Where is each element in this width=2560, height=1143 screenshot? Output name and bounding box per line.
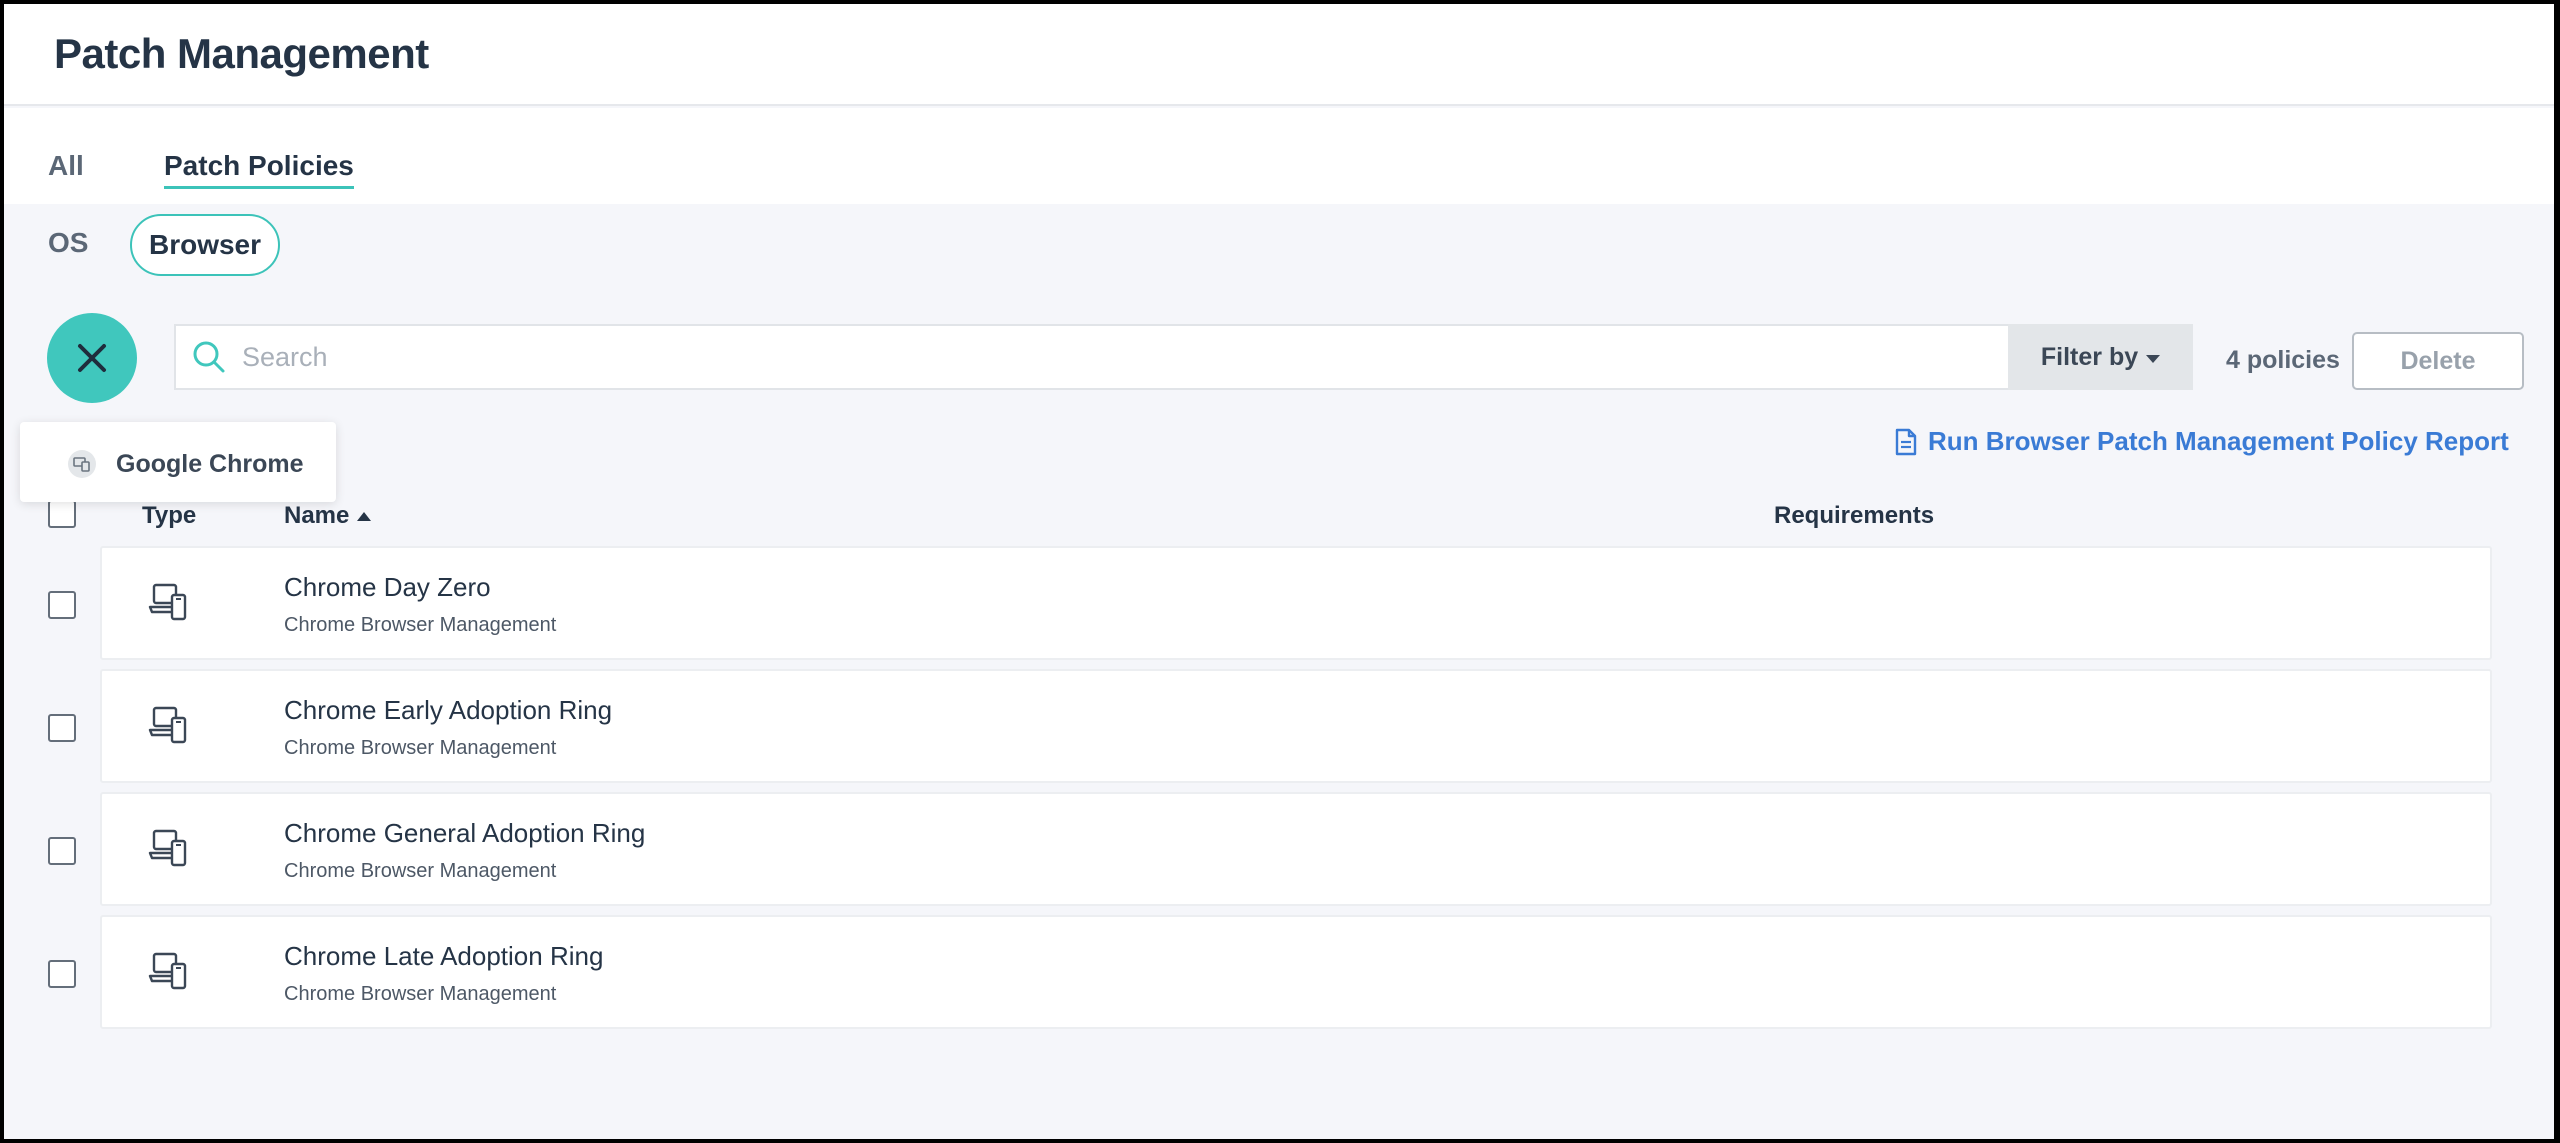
row-title: Chrome General Adoption Ring	[284, 818, 646, 848]
subtab-os[interactable]: OS	[48, 214, 88, 276]
device-policy-icon	[148, 583, 187, 621]
table-row[interactable]: Chrome General Adoption Ring Chrome Brow…	[100, 792, 2492, 906]
table-row[interactable]: Chrome Late Adoption Ring Chrome Browser…	[100, 915, 2492, 1029]
tab-patch-policies[interactable]: Patch Policies	[164, 150, 354, 189]
run-report-label: Run Browser Patch Management Policy Repo…	[1928, 426, 2509, 456]
page-title: Patch Management	[54, 30, 429, 77]
search-box	[174, 324, 2012, 390]
row-subtitle: Chrome Browser Management	[284, 737, 557, 759]
close-menu-button[interactable]	[47, 313, 137, 403]
policy-count: 4 policies	[2226, 346, 2340, 374]
subtab-browser[interactable]: Browser	[130, 214, 280, 276]
sort-ascending-icon	[357, 511, 372, 521]
row-subtitle: Chrome Browser Management	[284, 860, 557, 882]
column-header-requirements: Requirements	[1774, 502, 1935, 529]
close-icon	[78, 344, 106, 372]
tab-bar: All Patch Policies	[4, 108, 2554, 204]
device-policy-icon	[148, 829, 187, 867]
row-checkbox[interactable]	[48, 837, 76, 865]
row-checkbox[interactable]	[48, 714, 76, 742]
device-policy-icon	[148, 952, 187, 990]
device-policy-icon	[148, 706, 187, 744]
row-title: Chrome Early Adoption Ring	[284, 695, 613, 725]
table-row[interactable]: Chrome Early Adoption Ring Chrome Browse…	[100, 669, 2492, 783]
search-icon	[193, 341, 225, 373]
caret-down-icon	[2146, 354, 2161, 363]
row-subtitle: Chrome Browser Management	[284, 614, 557, 636]
add-policy-dropdown: Google Chrome	[20, 422, 336, 502]
row-title: Chrome Day Zero	[284, 572, 491, 602]
row-subtitle: Chrome Browser Management	[284, 983, 557, 1005]
column-header-type: Type	[142, 502, 197, 529]
column-header-name-label: Name	[284, 502, 350, 529]
filter-by-button[interactable]: Filter by	[2008, 324, 2193, 390]
dropdown-item-google-chrome[interactable]: Google Chrome	[116, 450, 304, 479]
row-title: Chrome Late Adoption Ring	[284, 941, 604, 971]
table-row[interactable]: Chrome Day Zero Chrome Browser Managemen…	[100, 546, 2492, 660]
delete-button[interactable]: Delete	[2352, 332, 2524, 390]
search-input[interactable]	[242, 326, 1982, 388]
filter-by-label: Filter by	[2040, 342, 2139, 371]
tab-all[interactable]: All	[48, 150, 84, 186]
chrome-browser-icon	[68, 450, 96, 478]
document-icon	[1895, 428, 1917, 455]
select-all-checkbox[interactable]	[48, 500, 76, 528]
row-checkbox[interactable]	[48, 960, 76, 988]
row-checkbox[interactable]	[48, 591, 76, 619]
column-header-name[interactable]: Name	[284, 502, 372, 530]
app-frame: Patch Management All Patch Policies OS B…	[4, 4, 2554, 1139]
run-report-link[interactable]: Run Browser Patch Management Policy Repo…	[1894, 426, 2509, 457]
header-bar: Patch Management	[4, 4, 2554, 106]
